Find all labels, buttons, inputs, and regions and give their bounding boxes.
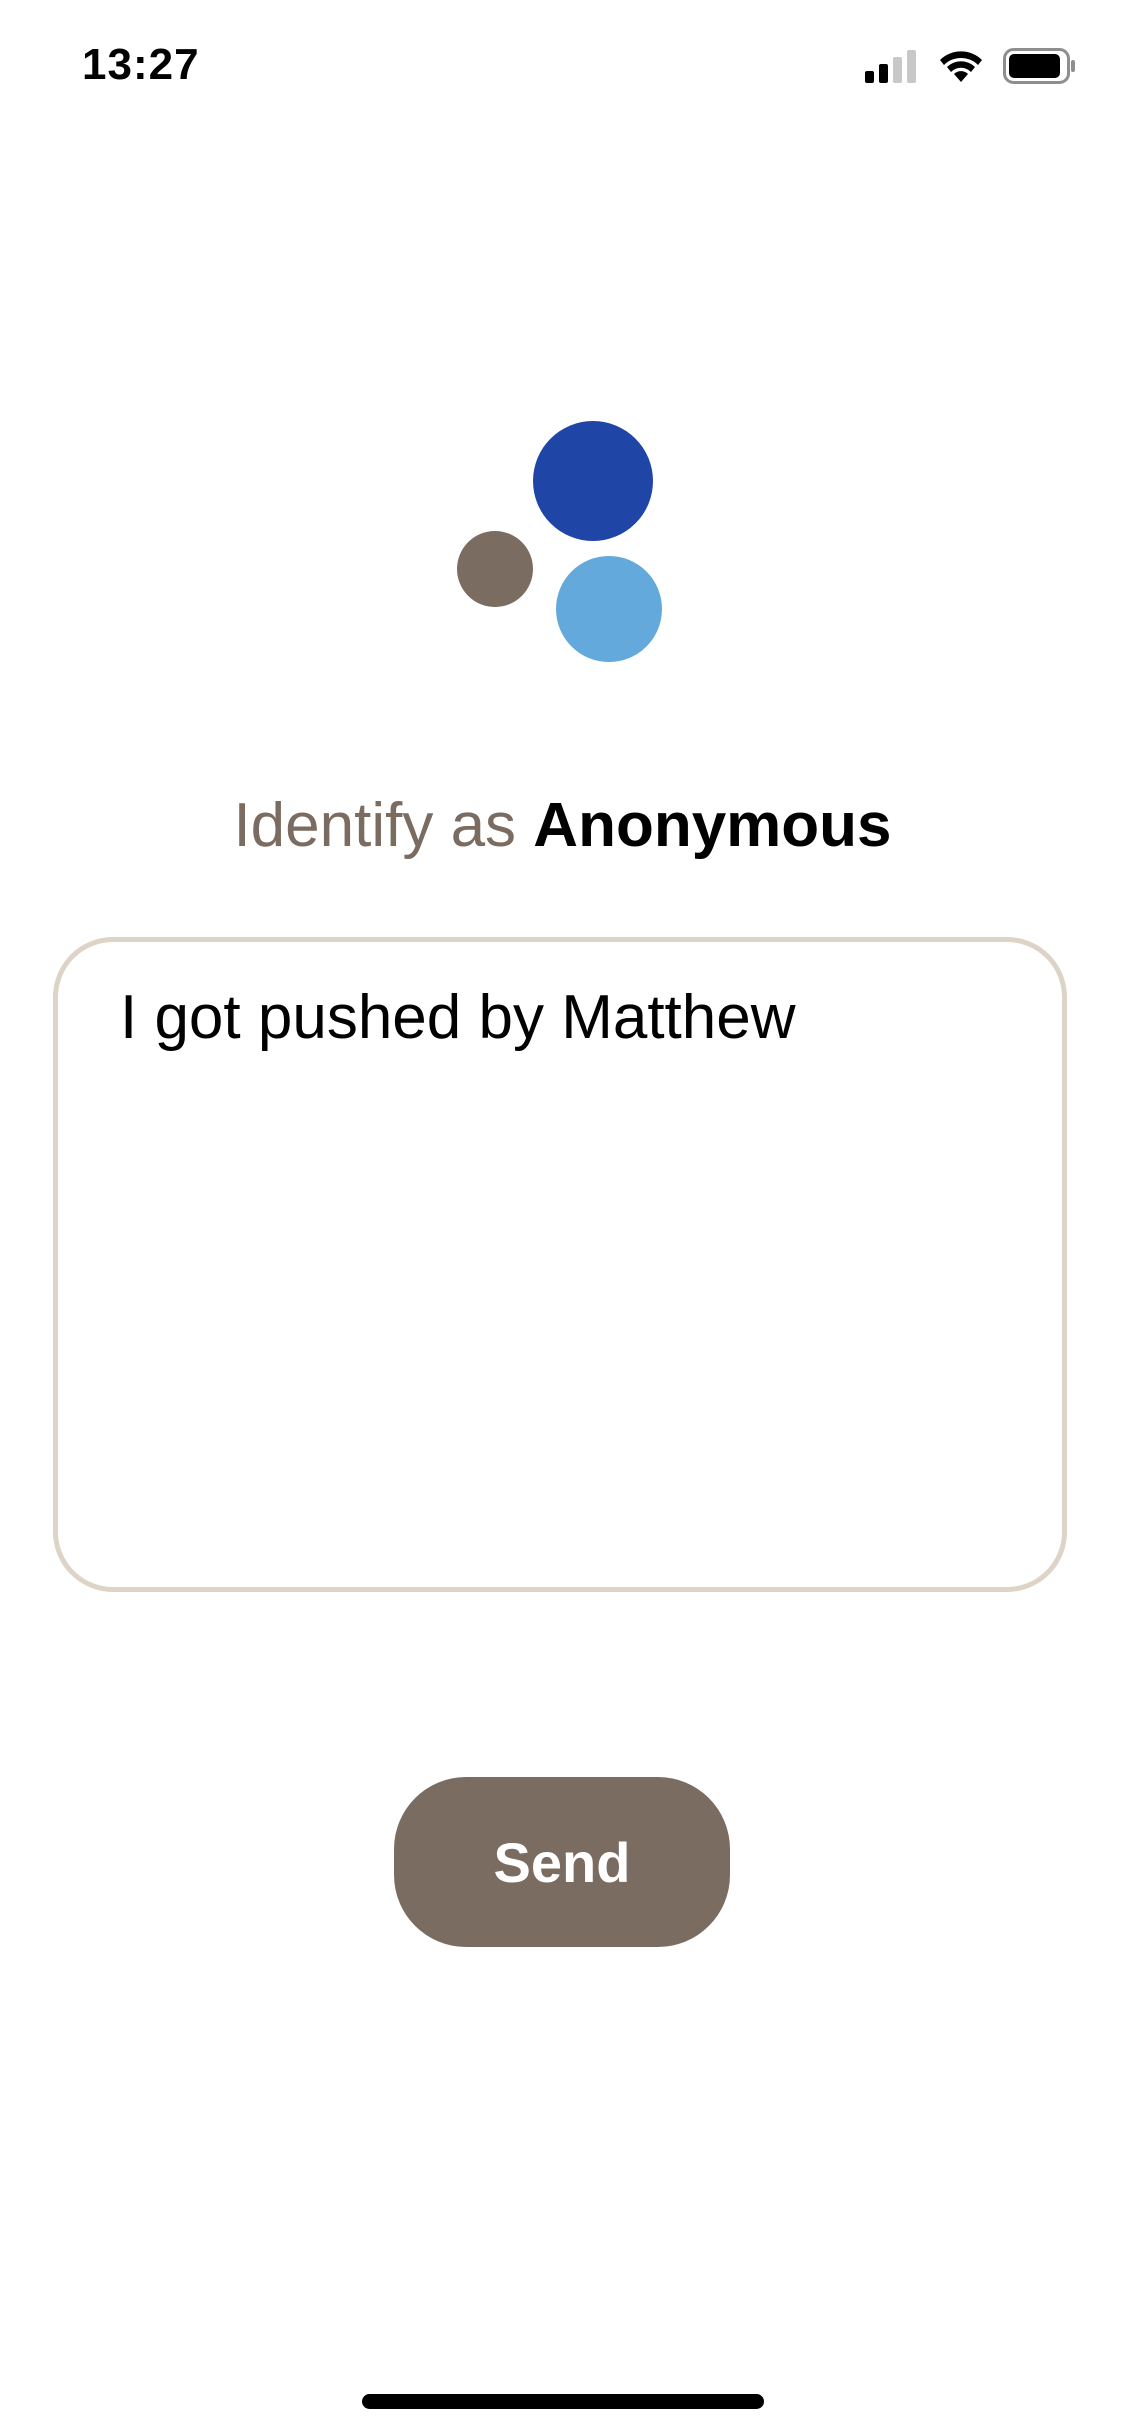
send-button[interactable]: Send (394, 1777, 730, 1947)
logo-dot-light-blue (556, 556, 662, 662)
identity-prefix: Identify as (233, 791, 517, 860)
home-indicator[interactable] (362, 2394, 764, 2409)
message-input[interactable]: I got pushed by Matthew (53, 937, 1067, 1592)
identity-label: Identify as Anonymous (0, 786, 1125, 866)
app-logo (0, 0, 1125, 700)
logo-dot-dark-blue (533, 421, 653, 541)
logo-dot-taupe (457, 531, 533, 607)
message-text: I got pushed by Matthew (120, 983, 796, 1052)
send-button-label: Send (493, 1830, 631, 1894)
identity-name[interactable]: Anonymous (533, 791, 891, 860)
